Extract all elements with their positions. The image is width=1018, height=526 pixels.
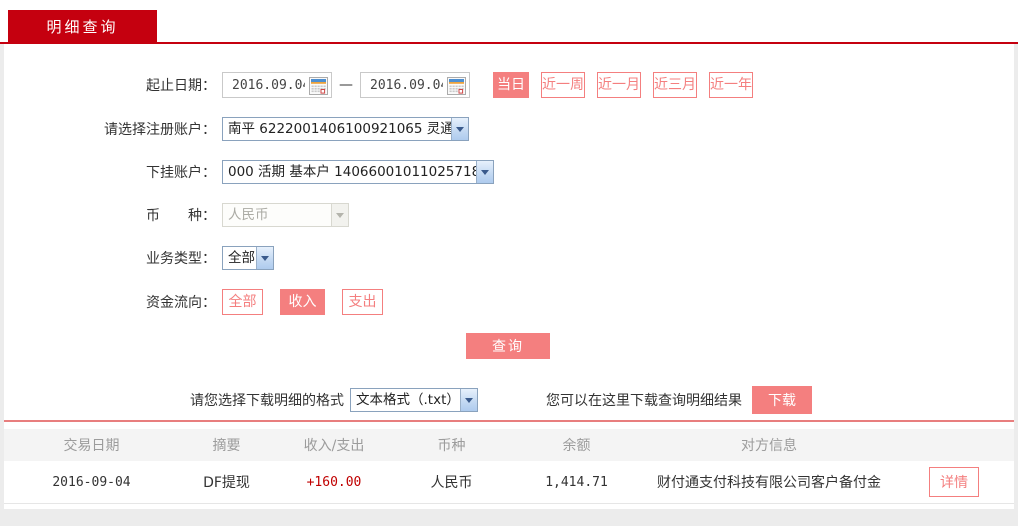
start-date-input[interactable] <box>223 74 305 96</box>
start-date-field[interactable] <box>222 72 332 98</box>
business-type-row: 业务类型： 全部 <box>4 246 1014 270</box>
direction-income-button[interactable]: 收入 <box>280 289 325 315</box>
download-hint: 您可以在这里下载查询明细结果 <box>546 390 742 410</box>
date-range-separator: — <box>339 77 353 93</box>
query-button[interactable]: 查询 <box>466 333 550 359</box>
direction-expense-button[interactable]: 支出 <box>342 289 383 315</box>
query-form: 起止日期： — <box>4 44 1014 359</box>
quick-range-today[interactable]: 当日 <box>493 72 529 98</box>
download-row: 请您选择下载明细的格式 文本格式（.txt） 您可以在这里下载查询明细结果 下载 <box>190 386 1014 414</box>
direction-all-button[interactable]: 全部 <box>222 289 263 315</box>
register-account-label: 请选择注册账户： <box>4 119 216 139</box>
cell-balance: 1,414.71 <box>509 475 644 490</box>
chevron-down-icon <box>331 204 348 226</box>
cell-trade-date: 2016-09-04 <box>4 475 179 490</box>
detail-query-panel: 起止日期： — <box>4 44 1014 509</box>
fund-direction-row: 资金流向： 全部 收入 支出 <box>4 289 1014 315</box>
business-type-label: 业务类型： <box>4 248 216 268</box>
calendar-icon[interactable] <box>447 77 466 95</box>
sub-account-select[interactable]: 000 活期 基本户 1406600101102571848 <box>222 160 494 184</box>
cell-currency: 人民币 <box>394 472 509 492</box>
chevron-down-icon <box>451 118 468 140</box>
tab-bar: 明细查询 <box>0 0 1018 44</box>
quick-range-year[interactable]: 近一年 <box>709 72 753 98</box>
header-currency: 币种 <box>394 435 509 455</box>
currency-label: 币 种： <box>4 205 216 225</box>
end-date-field[interactable] <box>360 72 470 98</box>
calendar-icon[interactable] <box>309 77 328 95</box>
download-format-select[interactable]: 文本格式（.txt） <box>350 388 478 412</box>
header-trade-date: 交易日期 <box>4 435 179 455</box>
cell-amount: +160.00 <box>274 475 394 490</box>
header-balance: 余额 <box>509 435 644 455</box>
currency-select: 人民币 <box>222 203 349 227</box>
register-account-row: 请选择注册账户： 南平 6222001406100921065 灵通卡 <box>4 117 1014 141</box>
header-in-out: 收入/支出 <box>274 435 394 455</box>
cell-summary: DF提现 <box>179 472 274 492</box>
results-divider <box>4 420 1014 422</box>
download-button[interactable]: 下载 <box>752 386 812 414</box>
date-range-label: 起止日期： <box>4 75 216 95</box>
detail-button[interactable]: 详情 <box>929 467 979 497</box>
chevron-down-icon <box>460 389 477 411</box>
quick-range-3month[interactable]: 近三月 <box>653 72 697 98</box>
results-table: 交易日期 摘要 收入/支出 币种 余额 对方信息 2016-09-04 DF提现… <box>4 429 1014 504</box>
fund-direction-label: 资金流向： <box>4 292 216 312</box>
cell-counterparty: 财付通支付科技有限公司客户备付金 <box>644 472 894 492</box>
chevron-down-icon <box>476 161 493 183</box>
sub-account-row: 下挂账户： 000 活期 基本户 1406600101102571848 <box>4 160 1014 184</box>
download-format-label: 请您选择下载明细的格式 <box>190 390 344 410</box>
header-summary: 摘要 <box>179 435 274 455</box>
quick-range-month[interactable]: 近一月 <box>597 72 641 98</box>
sub-account-label: 下挂账户： <box>4 162 216 182</box>
end-date-input[interactable] <box>361 74 443 96</box>
tab-detail-query[interactable]: 明细查询 <box>8 10 157 44</box>
quick-range-week[interactable]: 近一周 <box>541 72 585 98</box>
currency-row: 币 种： 人民币 <box>4 203 1014 227</box>
date-range-row: 起止日期： — <box>4 72 1014 98</box>
header-counterparty: 对方信息 <box>644 435 894 455</box>
chevron-down-icon <box>256 247 273 269</box>
table-row: 2016-09-04 DF提现 +160.00 人民币 1,414.71 财付通… <box>4 461 1014 504</box>
table-header-row: 交易日期 摘要 收入/支出 币种 余额 对方信息 <box>4 429 1014 461</box>
business-type-select[interactable]: 全部 <box>222 246 274 270</box>
register-account-select[interactable]: 南平 6222001406100921065 灵通卡 <box>222 117 469 141</box>
